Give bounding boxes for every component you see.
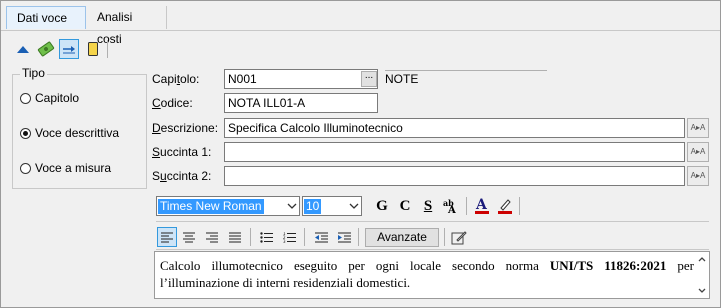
format-separator <box>466 197 467 215</box>
svg-text:3: 3 <box>283 239 286 243</box>
align-left-icon[interactable] <box>157 227 177 247</box>
succinta2-field[interactable] <box>224 166 685 186</box>
scroll-down-icon <box>698 288 706 293</box>
tab-analisi-costi[interactable]: Analisi costi <box>87 6 167 46</box>
radio-capitolo[interactable]: Capitolo <box>20 90 79 106</box>
avanzate-button[interactable]: Avanzate <box>365 228 439 247</box>
edit-icon[interactable] <box>449 227 469 247</box>
capitolo-note-text: NOTE <box>385 70 547 87</box>
indent-icon[interactable] <box>334 227 354 247</box>
succinta1-format-button[interactable]: A▸A <box>687 142 709 162</box>
svg-text:A: A <box>475 197 488 213</box>
editor-scrollbar[interactable] <box>695 252 709 298</box>
align-separator <box>444 228 445 246</box>
codice-field[interactable]: NOTA ILL01-A <box>224 93 378 113</box>
capitolo-browse-button[interactable]: ... <box>361 71 377 87</box>
align-center-icon[interactable] <box>179 227 199 247</box>
font-family-value: Times New Roman <box>158 199 264 214</box>
succinta1-field[interactable] <box>224 142 685 162</box>
format-separator <box>519 197 520 215</box>
editor-text[interactable]: Calcolo illumotecnico eseguito per ogni … <box>160 257 694 291</box>
succinta1-label: Succinta 1: <box>152 145 212 159</box>
tipo-group-title: Tipo <box>20 66 47 80</box>
move-up-icon[interactable] <box>13 39 33 59</box>
note-icon[interactable] <box>83 39 103 59</box>
bold-button[interactable]: G <box>372 196 392 216</box>
radio-voce-a-misura[interactable]: Voce a misura <box>20 160 111 176</box>
radio-voce-descrittiva-dot[interactable] <box>20 127 31 139</box>
align-justify-icon[interactable] <box>225 227 245 247</box>
italic-button[interactable]: C <box>395 196 415 216</box>
font-size-value: 10 <box>304 199 322 214</box>
font-family-select[interactable]: Times New Roman <box>156 196 300 216</box>
chevron-down-icon <box>287 203 297 209</box>
rich-text-editor[interactable]: Calcolo illumotecnico eseguito per ogni … <box>154 251 710 299</box>
font-color-icon[interactable]: A <box>472 196 492 216</box>
radio-capitolo-dot[interactable] <box>20 92 31 104</box>
descrizione-field[interactable]: Specifica Calcolo Illuminotecnico <box>224 118 685 138</box>
descrizione-label: Descrizione: <box>152 121 219 135</box>
toolbar-divider <box>156 221 709 222</box>
radio-voce-descrittiva-label: Voce descrittiva <box>35 126 120 140</box>
radio-voce-a-misura-label: Voce a misura <box>35 161 112 175</box>
radio-voce-descrittiva[interactable]: Voce descrittiva <box>20 125 119 141</box>
succinta2-format-button[interactable]: A▸A <box>687 166 709 186</box>
codice-label: Codice: <box>152 96 193 110</box>
main-window: Dati voce Analisi costi Tipo Capitolo Vo… <box>0 0 721 308</box>
scroll-up-icon <box>698 257 706 262</box>
svg-text:A: A <box>447 205 456 214</box>
toolbar-separator <box>107 40 108 58</box>
radio-capitolo-label: Capitolo <box>35 91 80 105</box>
toolbar-divider <box>156 249 709 250</box>
descrizione-format-button[interactable]: A▸A <box>687 118 709 138</box>
chevron-down-icon <box>349 203 359 209</box>
indent-arrow-icon[interactable] <box>59 39 79 59</box>
font-size-select[interactable]: 10 <box>302 196 362 216</box>
tab-dati-voce[interactable]: Dati voce <box>6 6 86 29</box>
succinta2-label: Succinta 2: <box>152 169 212 183</box>
font-size-grow-icon[interactable]: ab A <box>441 196 461 216</box>
money-icon[interactable] <box>36 39 56 59</box>
align-separator <box>250 228 251 246</box>
strike-button[interactable]: S <box>418 196 438 216</box>
bullet-list-icon[interactable] <box>256 227 276 247</box>
capitolo-label: Capitolo: <box>152 72 200 86</box>
align-separator <box>304 228 305 246</box>
numbered-list-icon[interactable]: 123 <box>279 227 299 247</box>
align-right-icon[interactable] <box>202 227 222 247</box>
tab-bar: Dati voce Analisi costi <box>1 1 720 46</box>
outdent-icon[interactable] <box>311 227 331 247</box>
capitolo-field[interactable]: N001 <box>224 69 378 89</box>
radio-voce-a-misura-dot[interactable] <box>20 162 31 174</box>
highlight-icon[interactable] <box>495 196 515 216</box>
align-separator <box>358 228 359 246</box>
